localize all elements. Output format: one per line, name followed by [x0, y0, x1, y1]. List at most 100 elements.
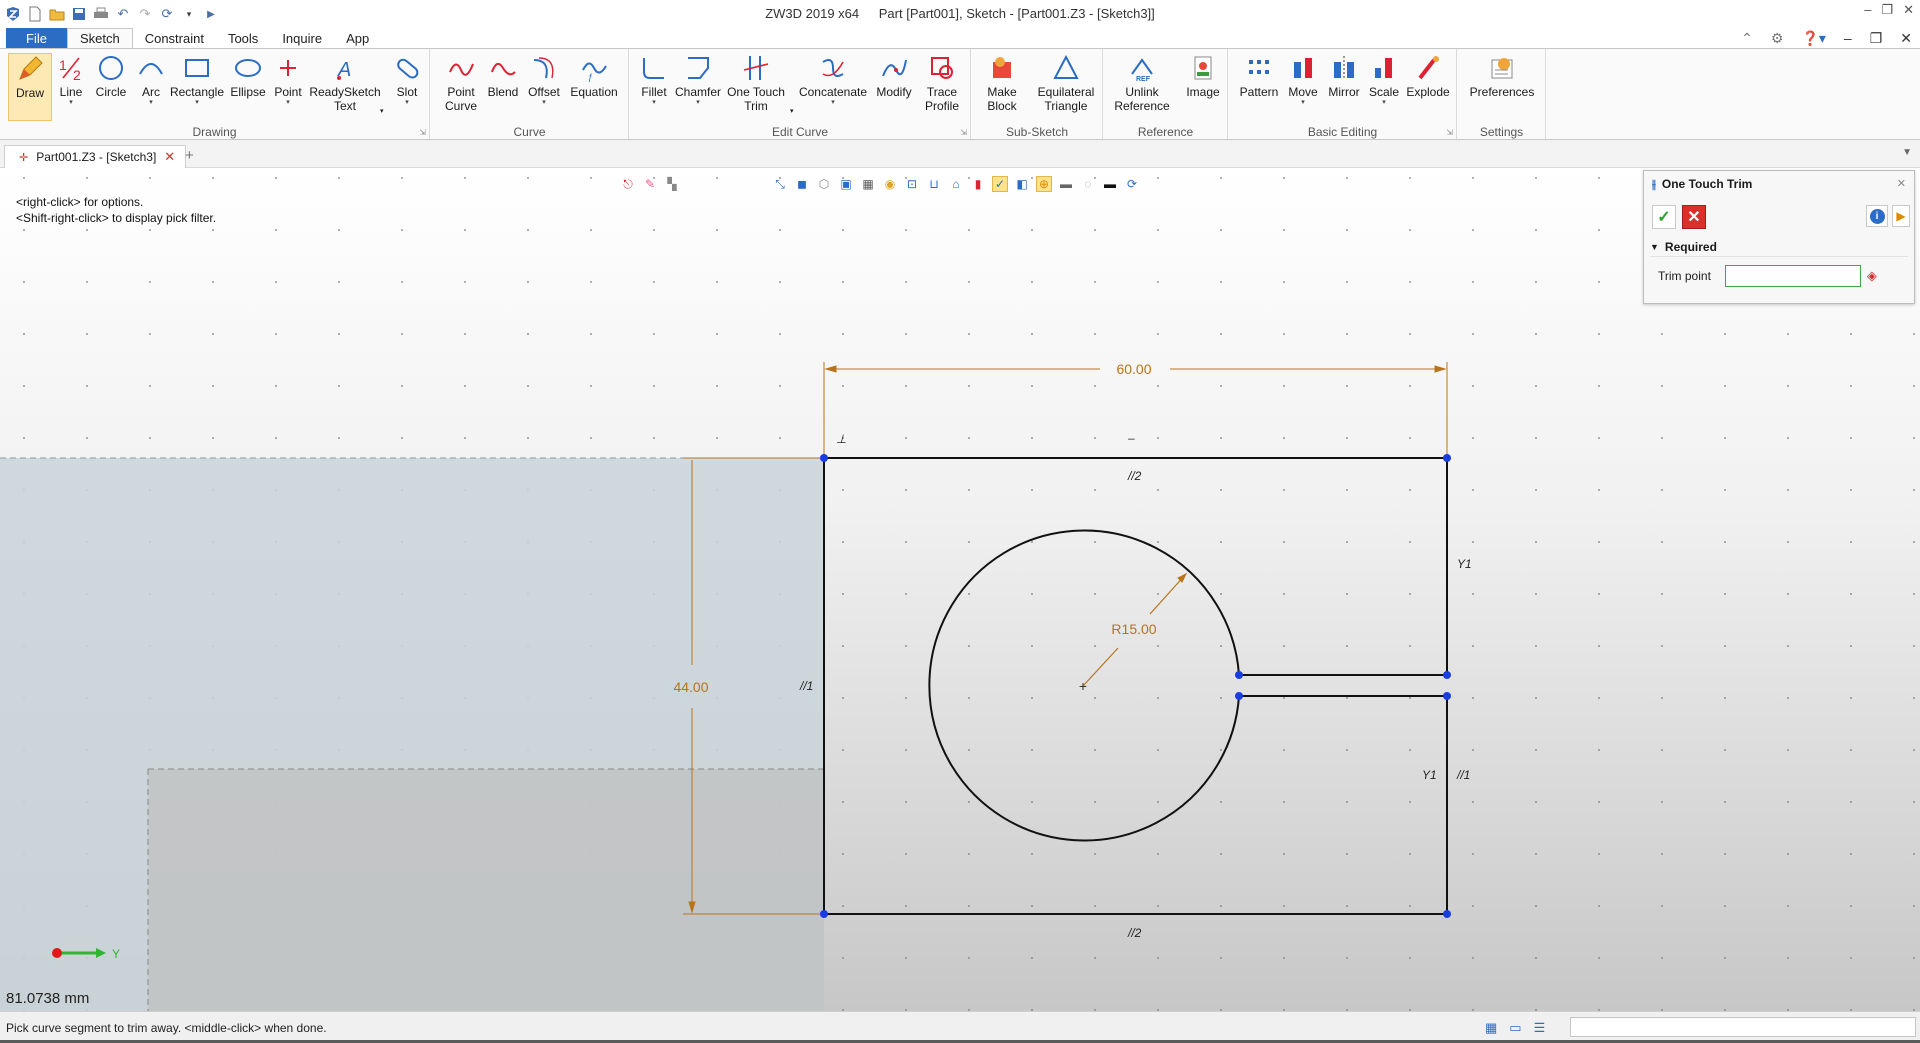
basic-editing-launcher-icon[interactable]: ⇲ [1446, 128, 1453, 137]
eraser-icon[interactable]: ✎ [642, 176, 658, 192]
dotted-circle-icon[interactable]: ◌ [1080, 176, 1096, 192]
preferences-button[interactable]: Preferences [1464, 53, 1540, 99]
draw-button[interactable]: Draw [8, 53, 52, 121]
pattern-button[interactable]: Pattern [1239, 53, 1279, 99]
explode-button[interactable]: Explode [1405, 53, 1451, 99]
readysketch-text-button[interactable]: A ReadySketch Text [308, 53, 382, 113]
pin-icon[interactable]: ✛ [19, 151, 28, 164]
ellipse-button[interactable]: Ellipse [228, 53, 268, 99]
settings-gear-icon[interactable]: ⚙ [1771, 30, 1784, 47]
equation-button[interactable]: ƒ Equation [567, 53, 621, 99]
document-tab[interactable]: ✛ Part001.Z3 - [Sketch3] ✕ [4, 145, 187, 168]
arc-button[interactable]: Arc ▾ [136, 53, 166, 107]
zoom-all-icon[interactable]: ◉ [882, 176, 898, 192]
image-button[interactable]: Image [1184, 53, 1222, 99]
offset-button[interactable]: Offset ▾ [525, 53, 563, 107]
readysketch-dropdown-icon[interactable]: ▾ [380, 107, 384, 115]
collapse-arrow-icon[interactable]: ▼ [1650, 242, 1659, 252]
snap-toggle-icon[interactable]: ✓ [992, 176, 1008, 192]
pick-point-icon[interactable]: ◈ [1867, 268, 1877, 284]
help-icon[interactable]: ❓▾ [1801, 30, 1825, 47]
dimension-height-value[interactable]: 44.00 [673, 679, 708, 695]
point-button[interactable]: Point ▾ [270, 53, 306, 107]
exit-sketch-icon[interactable]: ⎋ [620, 176, 636, 192]
rectangle-button[interactable]: Rectangle ▾ [168, 53, 226, 107]
circle-button[interactable]: Circle [94, 53, 128, 99]
restore-icon[interactable]: ❐ [1881, 2, 1893, 18]
chamfer-button[interactable]: Chamfer ▾ [674, 53, 722, 107]
zoom-window-icon[interactable]: ⊡ [904, 176, 920, 192]
tangent-constraint-upper[interactable]: Y1 [1457, 557, 1472, 571]
view-cube-icon[interactable]: ◼ [794, 176, 810, 192]
make-block-button[interactable]: Make Block [982, 53, 1022, 113]
undo-icon[interactable]: ↶ [114, 5, 132, 23]
parallel-constraint-top[interactable]: //2 [1127, 469, 1142, 483]
trace-profile-button[interactable]: Trace Profile [920, 53, 964, 113]
status-calendar-icon[interactable]: ▦ [1485, 1020, 1497, 1036]
rotate-view-icon[interactable]: ⟳ [1124, 176, 1140, 192]
command-input-field[interactable] [1570, 1017, 1916, 1037]
close-icon[interactable]: ✕ [1903, 2, 1914, 18]
concatenate-dropdown-icon[interactable]: ▾ [831, 99, 835, 107]
sketch-canvas[interactable]: 60.00 44.00 R15.00 + ⊥ – //2 //2 //1 //1… [0, 168, 1920, 1011]
status-list-icon[interactable]: ☰ [1534, 1020, 1546, 1036]
trim-dropdown-icon[interactable]: ▾ [790, 107, 794, 115]
menu-tab-app[interactable]: App [334, 28, 381, 48]
shading-icon[interactable]: ▬ [1058, 176, 1074, 192]
menu-tab-inquire[interactable]: Inquire [270, 28, 334, 48]
new-tab-icon[interactable]: + [185, 147, 194, 164]
parallel-constraint-left[interactable]: //1 [799, 679, 813, 693]
run-icon[interactable]: ▶ [202, 5, 220, 23]
sketch-vertices[interactable] [820, 454, 1451, 918]
grid-toggle-icon[interactable]: ▦ [860, 176, 876, 192]
rectangle-dropdown-icon[interactable]: ▾ [195, 99, 199, 107]
minimize-icon[interactable]: – [1864, 2, 1871, 18]
view-orient-icon[interactable]: ⬡ [816, 176, 832, 192]
equilateral-triangle-button[interactable]: Equilateral Triangle [1034, 53, 1098, 113]
constraint-display-icon[interactable]: ⌂ [948, 176, 964, 192]
line-style-icon[interactable]: ▬ [1102, 176, 1118, 192]
info-button[interactable]: i [1866, 205, 1888, 227]
cancel-button[interactable]: ✕ [1682, 205, 1706, 229]
doc-restore-icon[interactable]: ❐ [1870, 30, 1883, 47]
fillet-button[interactable]: Fillet ▾ [636, 53, 672, 107]
refresh-icon[interactable]: ⟳ [158, 5, 176, 23]
new-file-icon[interactable] [26, 5, 44, 23]
tab-list-icon[interactable]: ▼ [1902, 147, 1912, 158]
one-touch-trim-button[interactable]: One Touch Trim [726, 53, 786, 113]
color-palette-icon[interactable]: ▮ [970, 176, 986, 192]
sketch-profile[interactable] [823, 457, 1448, 915]
move-button[interactable]: Move ▾ [1285, 53, 1321, 107]
slot-dropdown-icon[interactable]: ▾ [405, 99, 409, 107]
dimension-width-value[interactable]: 60.00 [1116, 361, 1151, 377]
blend-button[interactable]: Blend [485, 53, 521, 99]
app-logo-icon[interactable] [4, 5, 22, 23]
redo-icon[interactable]: ↷ [136, 5, 154, 23]
chamfer-dropdown-icon[interactable]: ▾ [696, 99, 700, 107]
doc-minimize-icon[interactable]: – [1844, 30, 1852, 47]
tangent-constraint-lower[interactable]: Y1 [1422, 768, 1437, 782]
sketch-viewport[interactable]: 60.00 44.00 R15.00 + ⊥ – //2 //2 //1 //1… [0, 168, 1920, 1011]
arc-dropdown-icon[interactable]: ▾ [149, 99, 153, 107]
collapse-ribbon-icon[interactable]: ⌃ [1741, 30, 1753, 47]
qat-dropdown-icon[interactable]: ▾ [180, 5, 198, 23]
menu-file[interactable]: File [6, 28, 67, 48]
drawing-launcher-icon[interactable]: ⇲ [419, 128, 426, 137]
modify-button[interactable]: Modify [872, 53, 916, 99]
trim-point-input[interactable] [1724, 265, 1861, 287]
display-mode-icon[interactable]: ▣ [838, 176, 854, 192]
mirror-button[interactable]: Mirror [1325, 53, 1363, 99]
panel-close-icon[interactable]: ✕ [1897, 177, 1906, 190]
offset-dropdown-icon[interactable]: ▾ [542, 99, 546, 107]
dimension-radius-value[interactable]: R15.00 [1111, 621, 1156, 637]
pick-tool-icon[interactable]: ⤡ [772, 176, 788, 192]
save-icon[interactable] [70, 5, 88, 23]
move-dropdown-icon[interactable]: ▾ [1301, 99, 1305, 107]
print-icon[interactable] [92, 5, 110, 23]
point-curve-button[interactable]: Point Curve [441, 53, 481, 113]
menu-tab-tools[interactable]: Tools [216, 28, 270, 48]
line-button[interactable]: 12 Line ▾ [56, 53, 86, 107]
filter-icon[interactable]: ▚ [664, 176, 680, 192]
open-file-icon[interactable] [48, 5, 66, 23]
target-snap-icon[interactable]: ⊕ [1036, 176, 1052, 192]
